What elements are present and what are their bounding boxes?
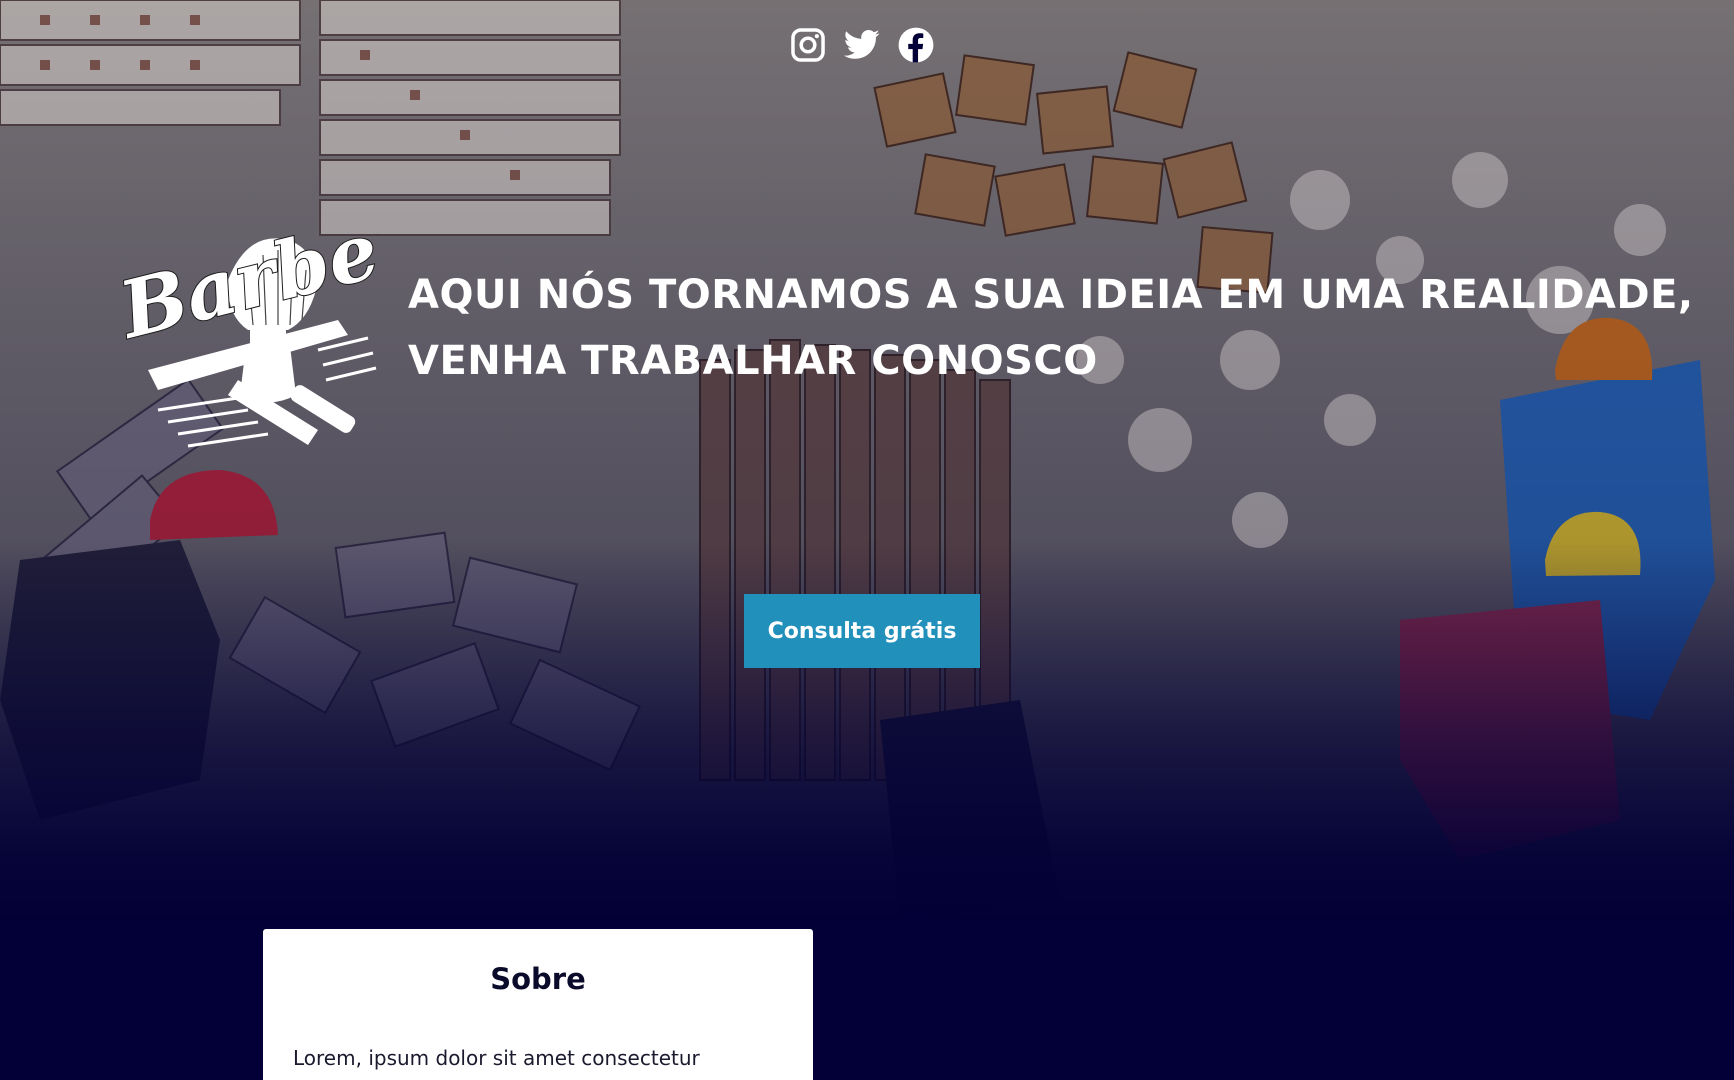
hero-headline-line-1: AQUI NÓS TORNAMOS A SUA IDEIA EM UMA REA… (408, 272, 1694, 318)
facebook-icon (898, 27, 934, 63)
instagram-icon (791, 28, 825, 62)
hero-headline-line-2: VENHA TRABALHAR CONOSCO (408, 338, 1098, 384)
facebook-link[interactable] (897, 26, 935, 64)
hero-headline: AQUI NÓS TORNAMOS A SUA IDEIA EM UMA REA… (408, 262, 1694, 394)
barber-logo[interactable]: Barber (118, 170, 378, 470)
twitter-link[interactable] (843, 26, 881, 64)
about-card: Sobre Lorem, ipsum dolor sit amet consec… (263, 929, 813, 1080)
landing-page: Barber AQUI NÓS TORNAMOS A SUA IDEIA EM … (0, 0, 1734, 1080)
hero-gradient-overlay (0, 0, 1734, 1080)
about-text: Lorem, ipsum dolor sit amet consectetur (293, 1046, 700, 1070)
twitter-icon (843, 29, 880, 59)
instagram-link[interactable] (789, 26, 827, 64)
social-links (789, 26, 935, 64)
about-title: Sobre (490, 962, 586, 996)
free-consultation-button[interactable]: Consulta grátis (744, 594, 980, 668)
